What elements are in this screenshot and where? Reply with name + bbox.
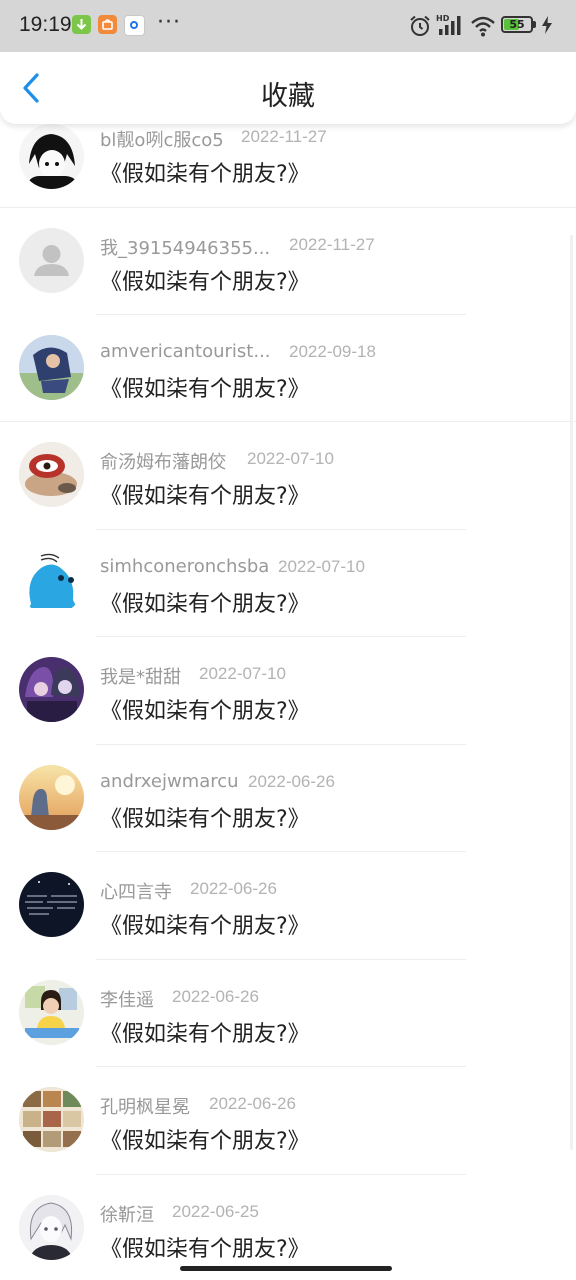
list-item[interactable]: bl靓o咧c服co5 2022-11-27 《假如柒有个朋友?》 xyxy=(0,124,576,207)
post-title[interactable]: 《假如柒有个朋友?》 xyxy=(100,1016,310,1048)
post-title[interactable]: 《假如柒有个朋友?》 xyxy=(100,693,310,725)
user-name[interactable]: andrxejwmarcu xyxy=(100,771,239,792)
user-name[interactable]: 我_39154946355... xyxy=(100,234,270,260)
post-title[interactable]: 《假如柒有个朋友?》 xyxy=(100,371,310,403)
list-item[interactable]: 我_39154946355... 2022-11-27 《假如柒有个朋友?》 xyxy=(0,208,576,315)
user-name[interactable]: 心四言寺 xyxy=(100,878,172,904)
avatar[interactable] xyxy=(19,550,84,615)
list-item[interactable]: 俞汤姆布藩朗佼 2022-07-10 《假如柒有个朋友?》 xyxy=(0,422,576,529)
post-title[interactable]: 《假如柒有个朋友?》 xyxy=(100,801,310,833)
user-name[interactable]: simhconeronchsba xyxy=(100,556,269,577)
avatar[interactable] xyxy=(19,228,84,293)
post-title[interactable]: 《假如柒有个朋友?》 xyxy=(100,264,310,296)
avatar[interactable] xyxy=(19,335,84,400)
user-name[interactable]: amvericantourist... xyxy=(100,341,271,362)
more-notifications-icon: ··· xyxy=(157,10,181,35)
post-date: 2022-06-26 xyxy=(172,987,259,1006)
post-date: 2022-11-27 xyxy=(289,235,375,254)
user-name[interactable]: bl靓o咧c服co5 xyxy=(100,126,224,152)
hd-signal-icon: HD xyxy=(436,14,461,35)
avatar[interactable] xyxy=(19,1087,84,1152)
post-title[interactable]: 《假如柒有个朋友?》 xyxy=(100,1123,310,1155)
post-title[interactable]: 《假如柒有个朋友?》 xyxy=(100,1231,310,1263)
favorites-list[interactable]: bl靓o咧c服co5 2022-11-27 《假如柒有个朋友?》 我_39154… xyxy=(0,124,576,1280)
post-date: 2022-07-10 xyxy=(199,664,286,683)
list-item[interactable]: 徐靳洹 2022-06-25 《假如柒有个朋友?》 xyxy=(0,1175,576,1280)
avatar[interactable] xyxy=(19,980,84,1045)
avatar[interactable] xyxy=(19,765,84,830)
post-date: 2022-09-18 xyxy=(289,342,376,361)
post-date: 2022-06-25 xyxy=(172,1202,259,1221)
avatar[interactable] xyxy=(19,872,84,937)
post-title[interactable]: 《假如柒有个朋友?》 xyxy=(100,586,310,618)
user-name[interactable]: 徐靳洹 xyxy=(100,1201,154,1227)
list-item[interactable]: 李佳遥 2022-06-26 《假如柒有个朋友?》 xyxy=(0,960,576,1067)
home-indicator[interactable] xyxy=(180,1266,392,1271)
battery-level: 55 xyxy=(509,18,525,31)
person-icon xyxy=(34,245,69,276)
avatar[interactable] xyxy=(19,124,84,189)
charging-icon xyxy=(542,16,552,34)
avatar[interactable] xyxy=(19,442,84,507)
post-title[interactable]: 《假如柒有个朋友?》 xyxy=(100,908,310,940)
post-title[interactable]: 《假如柒有个朋友?》 xyxy=(100,156,310,188)
shop-app-icon xyxy=(98,15,117,34)
post-date: 2022-07-10 xyxy=(247,449,334,468)
post-date: 2022-06-26 xyxy=(190,879,277,898)
user-name[interactable]: 俞汤姆布藩朗佼 xyxy=(100,448,226,474)
post-date: 2022-11-27 xyxy=(241,127,327,146)
list-item[interactable]: 孔明枫星冕 2022-06-26 《假如柒有个朋友?》 xyxy=(0,1067,576,1174)
svg-text:HD: HD xyxy=(436,14,450,23)
user-name[interactable]: 我是*甜甜 xyxy=(100,663,181,689)
avatar[interactable] xyxy=(19,1195,84,1260)
alarm-icon xyxy=(410,15,430,36)
list-item[interactable]: amvericantourist... 2022-09-18 《假如柒有个朋友?… xyxy=(0,315,576,422)
post-title[interactable]: 《假如柒有个朋友?》 xyxy=(100,478,310,510)
status-time: 19:19 xyxy=(19,13,72,36)
page-title: 收藏 xyxy=(261,81,315,112)
post-date: 2022-06-26 xyxy=(248,772,335,791)
list-item[interactable]: 心四言寺 2022-06-26 《假如柒有个朋友?》 xyxy=(0,852,576,959)
browser-app-icon xyxy=(124,15,145,36)
wifi-icon xyxy=(471,16,495,37)
battery-icon: 55 xyxy=(501,16,533,33)
user-name[interactable]: 孔明枫星冕 xyxy=(100,1093,190,1119)
user-name[interactable]: 李佳遥 xyxy=(100,986,154,1012)
download-app-icon xyxy=(72,15,91,34)
list-item[interactable]: 我是*甜甜 2022-07-10 《假如柒有个朋友?》 xyxy=(0,637,576,744)
list-item[interactable]: andrxejwmarcu 2022-06-26 《假如柒有个朋友?》 xyxy=(0,745,576,852)
post-date: 2022-07-10 xyxy=(278,557,365,576)
post-date: 2022-06-26 xyxy=(209,1094,296,1113)
scrollbar[interactable] xyxy=(570,235,573,1150)
header-bar: 收藏 xyxy=(0,52,576,124)
list-item[interactable]: simhconeronchsba 2022-07-10 《假如柒有个朋友?》 xyxy=(0,530,576,637)
status-bar: 19:19 ··· HD 55 xyxy=(0,0,576,52)
avatar[interactable] xyxy=(19,657,84,722)
